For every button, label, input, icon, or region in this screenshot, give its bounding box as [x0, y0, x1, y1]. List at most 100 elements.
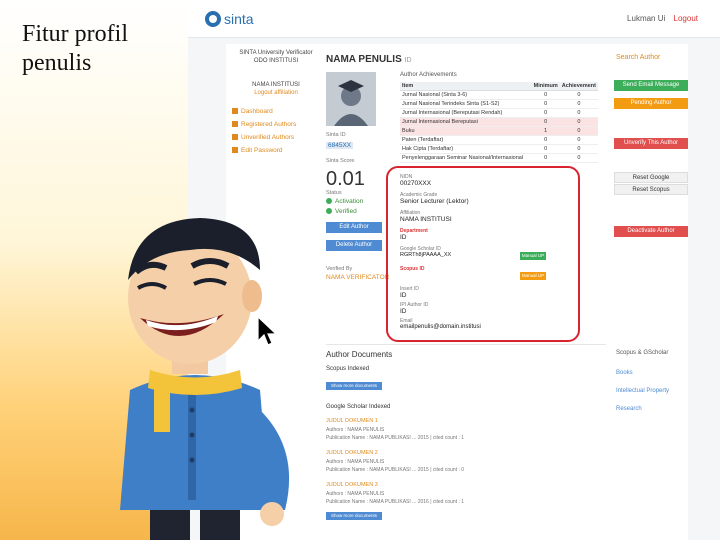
- edit-author-button[interactable]: Edit Author: [326, 222, 382, 233]
- table-cell-min: 1: [531, 126, 560, 136]
- achievements-table: Item Minimum Achievement Jurnal Nasional…: [400, 82, 598, 163]
- user-x-icon: [232, 134, 238, 141]
- table-cell-item: Paten (Terdaftar): [400, 135, 532, 145]
- document-publication: Publication Name : NAMA PUBLIKASI ... 20…: [326, 435, 465, 441]
- slide: Fitur profil penulis sinta Lukman Ui Log…: [0, 0, 720, 540]
- search-author-link[interactable]: Search Author: [616, 54, 660, 61]
- delete-author-button[interactable]: Delete Author: [326, 240, 382, 251]
- sidebar-item-password[interactable]: Edit Password: [230, 147, 322, 154]
- dashboard-icon: [232, 108, 238, 115]
- check-icon: [326, 198, 332, 205]
- sidebar-item-dashboard[interactable]: Dashboard: [230, 108, 322, 115]
- sinta-id-label: Sinta ID: [326, 132, 346, 138]
- document-title-link[interactable]: JUDUL DOKUMEN 2: [326, 450, 378, 456]
- mouse-cursor-icon: [257, 316, 278, 346]
- achievements-title: Author Achievements: [400, 72, 457, 78]
- check-icon: [326, 208, 332, 215]
- side-link-books[interactable]: Books: [616, 370, 688, 376]
- table-cell-min: 0: [531, 153, 560, 163]
- divider: [326, 344, 606, 345]
- document-authors: Authors : NAMA PENULIS: [326, 427, 385, 433]
- document-authors: Authors : NAMA PENULIS: [326, 459, 385, 465]
- table-row: Jurnal Internasional Bereputasi 0 0: [400, 117, 598, 127]
- table-cell-ach: 0: [559, 108, 598, 118]
- document-authors: Authors : NAMA PENULIS: [326, 491, 385, 497]
- top-navbar: sinta Lukman Ui Logout: [188, 0, 720, 38]
- inst-name: NAMA INSTITUSI: [252, 82, 300, 88]
- table-cell-item: Buku: [400, 126, 532, 136]
- side-docs-header: Scopus & GScholar: [616, 350, 669, 356]
- table-cell-ach: 0: [559, 135, 598, 145]
- table-cell-item: Jurnal Nasional Terindeks Sinta (S1-S2): [400, 99, 532, 109]
- table-cell-min: 0: [531, 108, 560, 118]
- nav-logout[interactable]: Logout: [674, 14, 698, 23]
- table-row: Jurnal Nasional (Sinta 3-6) 0 0: [400, 90, 598, 100]
- achievements-body: Jurnal Nasional (Sinta 3-6) 0 0 Jurnal Nasi…: [400, 90, 598, 163]
- side-link-research[interactable]: Research: [616, 406, 688, 412]
- col-minimum: Minimum: [531, 82, 560, 91]
- institution-box: SINTA University Verificator ODO INSTITU…: [230, 50, 322, 98]
- users-icon: [232, 121, 238, 128]
- mascot-illustration-icon: [120, 218, 290, 540]
- nav-user[interactable]: Lukman Ui Logout: [621, 14, 698, 23]
- table-cell-ach: 0: [559, 117, 598, 127]
- table-cell-min: 0: [531, 135, 560, 145]
- table-cell-ach: 0: [559, 90, 598, 100]
- col-item: Item: [400, 82, 532, 91]
- col-achievement: Achievement: [559, 82, 598, 91]
- verified-by-label: Verified By: [326, 266, 353, 272]
- table-cell-item: Penyelenggaraan Seminar Nasional/Interna…: [400, 153, 532, 163]
- inst-link[interactable]: Logout affiliation: [230, 90, 322, 96]
- docs-side-menu: Scopus & GScholar Books Intellectual Pro…: [616, 350, 688, 424]
- send-email-button[interactable]: Send Email Message: [614, 80, 688, 91]
- nav-user-name[interactable]: Lukman Ui: [627, 14, 665, 23]
- documents-title: Author Documents: [326, 350, 393, 359]
- table-header-row: Item Minimum Achievement: [400, 82, 598, 91]
- author-id-suffix: ID: [404, 57, 412, 64]
- table-row: Paten (Terdaftar) 0 0: [400, 135, 598, 145]
- sidebar-item-registered[interactable]: Registered Authors: [230, 121, 322, 128]
- table-cell-ach: 0: [559, 99, 598, 109]
- table-cell-ach: 0: [559, 126, 598, 136]
- status-activation: Activation: [326, 198, 363, 205]
- inst-line1: SINTA University Verificator: [239, 50, 313, 56]
- pending-author-button[interactable]: Pending Author: [614, 98, 688, 109]
- table-cell-ach: 0: [559, 144, 598, 154]
- slide-title: Fitur profil penulis: [22, 21, 128, 76]
- scholar-indexed-label: Google Scholar Indexed: [326, 404, 391, 410]
- author-name: NAMA PENULIS ID: [326, 54, 412, 65]
- table-cell-item: Hak Cipta (Terdaftar): [400, 144, 532, 154]
- unverify-author-button[interactable]: Unverify This Author: [614, 138, 688, 149]
- table-row: Penyelenggaraan Seminar Nasional/Interna…: [400, 153, 598, 163]
- table-cell-item: Jurnal Internasional (Bereputasi Rendah): [400, 108, 532, 118]
- table-row: Jurnal Internasional (Bereputasi Rendah)…: [400, 108, 598, 118]
- deactivate-author-button[interactable]: Deactivate Author: [614, 226, 688, 237]
- reset-scopus-button[interactable]: Reset Scopus: [614, 184, 688, 195]
- highlight-ring: [386, 166, 580, 342]
- verified-by-value: NAMA VERIFICATOR: [326, 274, 390, 281]
- table-cell-item: Jurnal Internasional Bereputasi: [400, 117, 532, 127]
- score-label: Sinta Score: [326, 158, 355, 164]
- scopus-indexed-label: Scopus Indexed: [326, 366, 370, 372]
- show-more-scopus-button[interactable]: Show more documents: [326, 382, 382, 390]
- sinta-logo-icon[interactable]: sinta: [204, 8, 274, 30]
- inst-line2: ODO INSTITUSI: [253, 58, 299, 64]
- table-cell-ach: 0: [559, 153, 598, 163]
- document-title-link[interactable]: JUDUL DOKUMEN 1: [326, 418, 378, 424]
- table-cell-min: 0: [531, 144, 560, 154]
- sidebar-item-unverified[interactable]: Unverified Authors: [230, 134, 322, 141]
- sinta-id-value: 6845XX: [326, 142, 354, 149]
- status-verified: Verified: [326, 208, 357, 215]
- status-label: Status: [326, 190, 342, 196]
- reset-google-button[interactable]: Reset Google: [614, 172, 688, 183]
- avatar: [326, 72, 376, 126]
- sidebar-links: Dashboard Registered Authors Unverified …: [230, 108, 322, 160]
- document-title-link[interactable]: JUDUL DOKUMEN 3: [326, 482, 378, 488]
- avatar-graduate-icon: [326, 72, 376, 126]
- side-link-ip[interactable]: Intellectual Property: [616, 388, 688, 394]
- table-row: Buku 1 0: [400, 126, 598, 136]
- document-publication: Publication Name : NAMA PUBLIKASI ... 20…: [326, 499, 465, 505]
- table-cell-min: 0: [531, 117, 560, 127]
- key-icon: [232, 147, 238, 154]
- show-more-scholar-button[interactable]: Show more documents: [326, 512, 382, 520]
